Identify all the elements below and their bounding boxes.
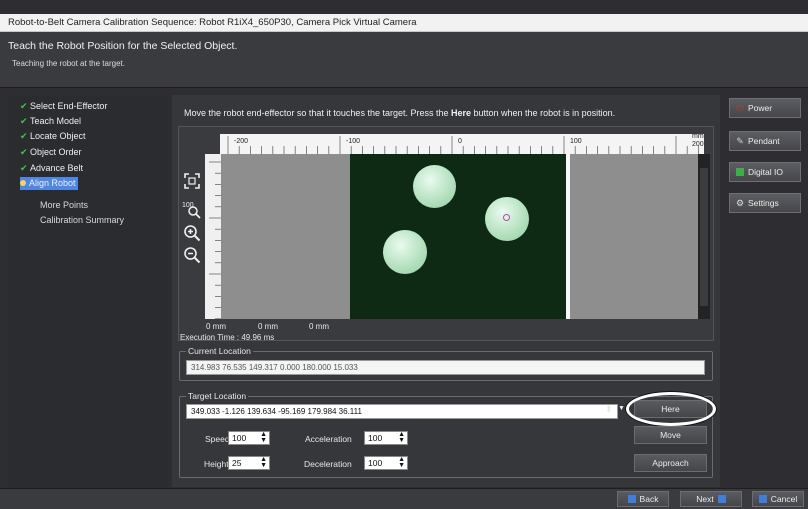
step-item[interactable]: ✔ Teach Model	[20, 115, 81, 128]
check-icon: ✔	[20, 163, 28, 173]
acceleration-label: Acceleration	[305, 434, 352, 444]
deceleration-label: Deceleration	[304, 459, 352, 469]
height-stepper[interactable]: 25 ▲ ▼	[228, 456, 270, 470]
here-button-callout	[626, 392, 716, 426]
camera-image[interactable]	[350, 154, 568, 319]
digital-io-icon	[736, 168, 744, 176]
deceleration-stepper[interactable]: 100 ▲ ▼	[364, 456, 408, 470]
ruler-tick-label: -100	[346, 138, 361, 145]
dropdown-arrow-icon[interactable]: ▼	[618, 405, 625, 412]
instruction-text: Move the robot end-effector so that it t…	[184, 108, 616, 118]
coord-readout-x: 0 mm	[206, 322, 226, 331]
target-marker-icon	[503, 214, 510, 221]
power-button[interactable]: ⏻ Power	[729, 98, 801, 118]
page-subtitle: Teaching the robot at the target.	[12, 59, 125, 68]
step-item-active[interactable]: Align Robot	[20, 177, 78, 190]
step-item[interactable]: More Points	[40, 199, 88, 212]
check-icon: ✔	[20, 116, 28, 126]
current-location-field: 314.983 76.535 149.317 0.000 180.000 15.…	[186, 360, 705, 375]
digital-io-button[interactable]: Digital IO	[729, 162, 801, 182]
settings-button[interactable]: ⚙ Settings	[729, 193, 801, 213]
ruler-unit: mm	[692, 133, 704, 140]
coord-readout-z: 0 mm	[309, 322, 329, 331]
stepper-arrows-icon[interactable]: ▲ ▼	[398, 431, 405, 444]
window-titlebar: Robot-to-Belt Camera Calibration Sequenc…	[0, 14, 808, 32]
check-icon: ✔	[20, 131, 28, 141]
step-item[interactable]: ✔ Select End-Effector	[20, 100, 107, 113]
step-item[interactable]: ✔ Object Order	[20, 146, 82, 159]
image-canvas-region[interactable]	[221, 154, 350, 319]
next-arrow-icon	[717, 495, 726, 503]
target-location-field[interactable]: 349.033 -1.126 139.634 -95.169 179.984 3…	[186, 404, 618, 419]
step-item[interactable]: ✔ Locate Object	[20, 130, 86, 143]
move-button[interactable]: Move	[634, 426, 707, 444]
target-location-legend: Target Location	[186, 391, 249, 401]
ruler-tick-label: 0	[458, 138, 462, 145]
svg-text:100: 100	[182, 202, 194, 209]
scrollbar-thumb[interactable]	[700, 168, 708, 306]
page-title: Teach the Robot Position for the Selecte…	[8, 40, 238, 52]
cancel-button[interactable]: Cancel	[752, 491, 804, 507]
horizontal-ruler: -200 -100 0 100 200 mm	[220, 133, 704, 154]
back-button[interactable]: Back	[617, 491, 669, 507]
wizard-header: Teach the Robot Position for the Selecte…	[0, 32, 808, 88]
ruler-tick-label: 100	[570, 138, 582, 145]
speed-label: Speed	[205, 434, 230, 444]
current-step-icon	[20, 180, 26, 186]
stepper-arrows-icon[interactable]: ▲ ▼	[398, 456, 405, 469]
target-location-spinner-icon[interactable]: ⬍	[605, 404, 613, 415]
vertical-ruler	[205, 154, 221, 319]
pendant-button[interactable]: ✎ Pendant	[729, 131, 801, 151]
step-item[interactable]: Calibration Summary	[40, 214, 124, 227]
back-arrow-icon	[627, 495, 636, 503]
ruler-tick-label: 200	[692, 141, 704, 148]
pendant-icon: ✎	[736, 136, 744, 146]
current-location-legend: Current Location	[186, 346, 253, 356]
step-item[interactable]: ✔ Advance Belt	[20, 162, 83, 175]
approach-button[interactable]: Approach	[634, 454, 707, 472]
coord-readout-y: 0 mm	[258, 322, 278, 331]
zoom-fit-icon[interactable]	[182, 172, 202, 192]
check-icon: ✔	[20, 101, 28, 111]
cancel-icon	[758, 495, 767, 503]
acceleration-stepper[interactable]: 100 ▲ ▼	[364, 431, 408, 445]
object-puck	[413, 165, 456, 208]
check-icon: ✔	[20, 147, 28, 157]
zoom-in-icon[interactable]	[182, 224, 202, 244]
stepper-arrows-icon[interactable]: ▲ ▼	[260, 431, 267, 444]
next-button[interactable]: Next	[680, 491, 742, 507]
zoom-100-icon[interactable]: 100	[182, 199, 202, 219]
zoom-out-icon[interactable]	[182, 246, 202, 266]
execution-time: Execution Time : 49.96 ms	[180, 333, 275, 342]
settings-icon: ⚙	[735, 198, 745, 208]
image-canvas-region[interactable]	[570, 154, 698, 319]
object-puck	[383, 230, 427, 274]
viewer-scrollbar[interactable]	[698, 154, 710, 319]
speed-stepper[interactable]: 100 ▲ ▼	[228, 431, 270, 445]
ruler-tick-label: -200	[234, 138, 249, 145]
height-label: Height	[204, 459, 229, 469]
power-icon: ⏻	[736, 103, 744, 113]
stepper-arrows-icon[interactable]: ▲ ▼	[260, 456, 267, 469]
window-title: Robot-to-Belt Camera Calibration Sequenc…	[8, 17, 417, 28]
